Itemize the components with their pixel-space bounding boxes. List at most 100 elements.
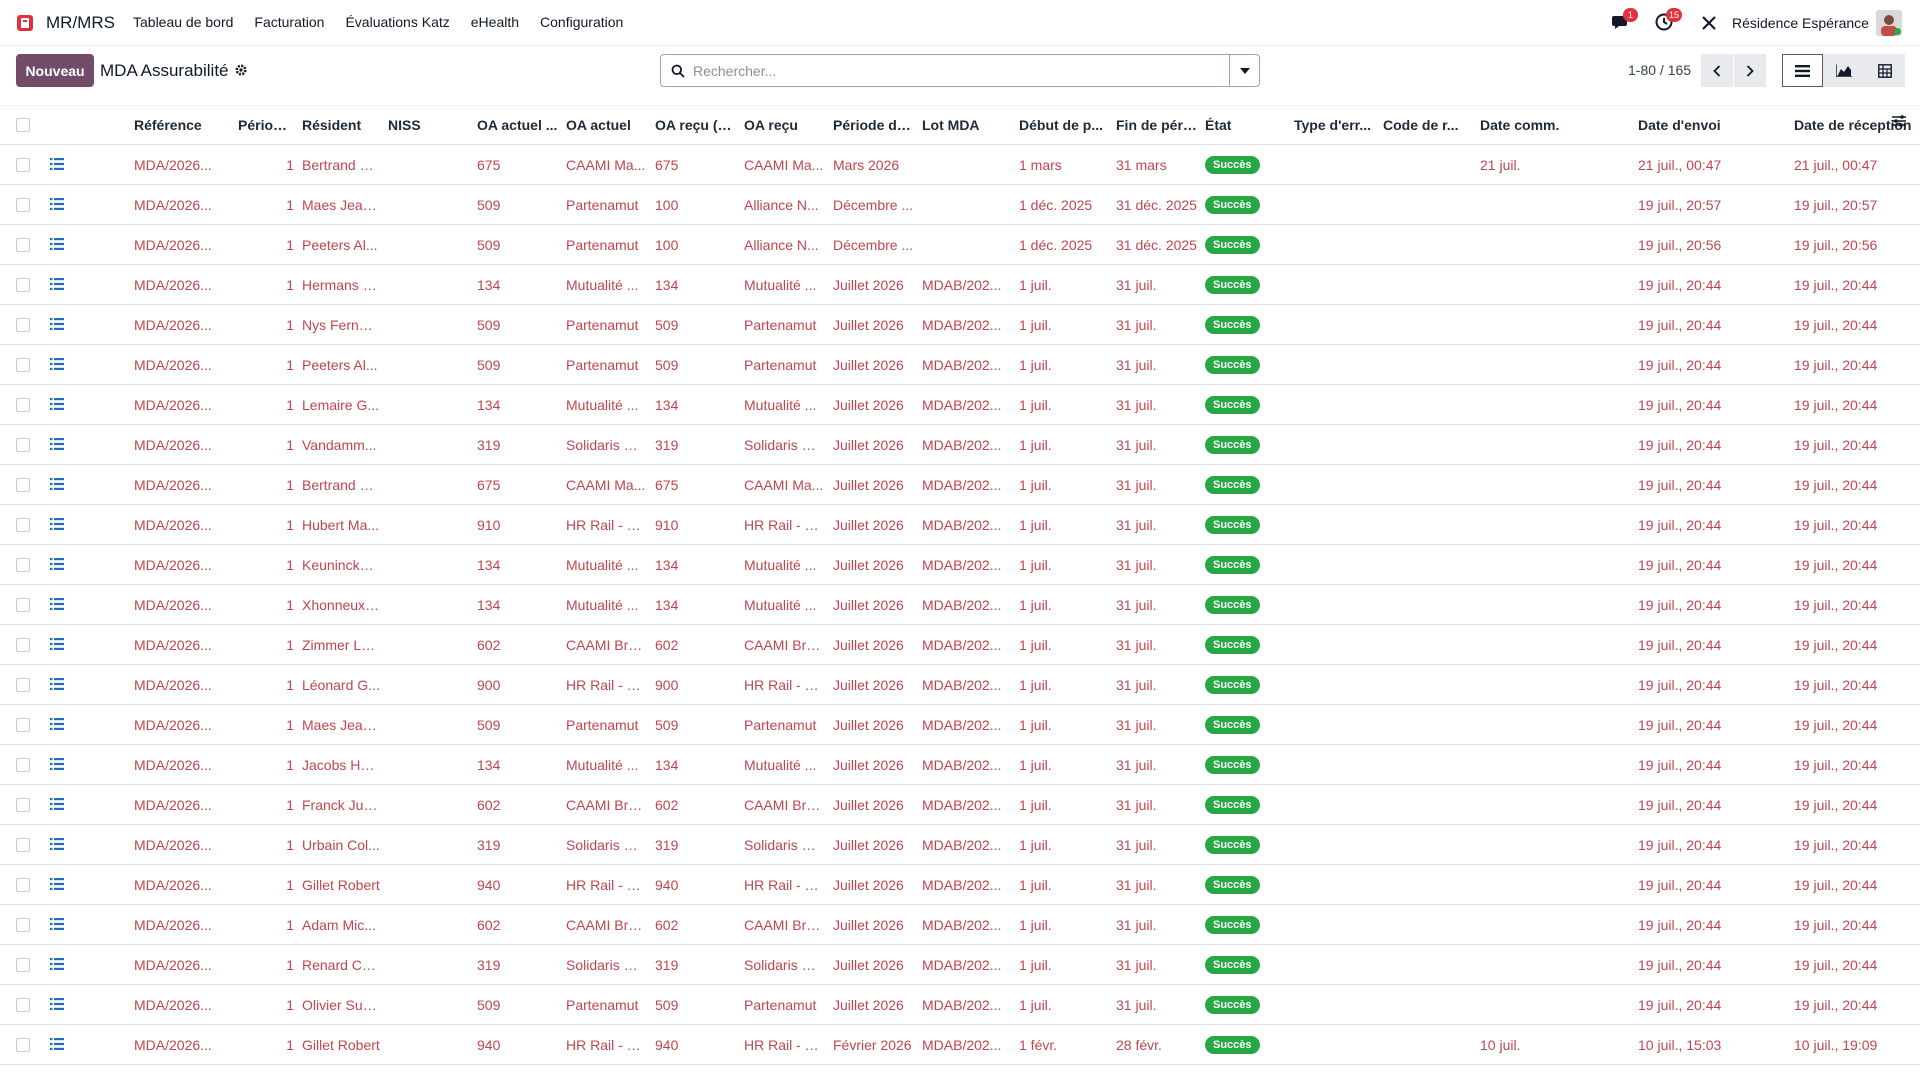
row-checkbox[interactable] — [16, 997, 30, 1012]
select-all-checkbox[interactable] — [16, 118, 30, 132]
list-details-icon[interactable] — [50, 357, 64, 370]
column-header-oa-actuel[interactable]: OA actuel — [562, 105, 651, 145]
row-checkbox[interactable] — [16, 637, 30, 652]
table-row[interactable]: MDA/2026... 1 Keuninckx ... 134 Mutualité ..… — [0, 544, 1920, 585]
row-checkbox[interactable] — [16, 397, 30, 412]
column-header-oa-recu-code[interactable]: OA reçu (c... — [651, 105, 740, 145]
column-header-reference[interactable]: Référence — [130, 105, 234, 145]
list-details-icon[interactable] — [50, 277, 64, 290]
row-checkbox[interactable] — [16, 717, 30, 732]
menu-item-billing[interactable]: Facturation — [254, 14, 324, 30]
activities-button[interactable]: 15 — [1654, 8, 1683, 34]
list-details-icon[interactable] — [50, 557, 64, 570]
table-row[interactable]: MDA/2026... 1 Renard Ca... 319 Solidaris W..… — [0, 944, 1920, 985]
pager-previous-button[interactable] — [1701, 54, 1733, 87]
list-details-icon[interactable] — [50, 677, 64, 690]
pager-next-button[interactable] — [1734, 54, 1766, 87]
table-row[interactable]: MDA/2026... 1 Bertrand G... 675 CAAMI Ma... 6… — [0, 464, 1920, 505]
column-header-lot-mda[interactable]: Lot MDA — [918, 105, 1015, 145]
table-row[interactable]: MDA/2026... 1 Peeters Al... 509 Partenamut 50… — [0, 344, 1920, 385]
list-details-icon[interactable] — [50, 477, 64, 490]
row-checkbox[interactable] — [16, 157, 30, 172]
row-checkbox[interactable] — [16, 517, 30, 532]
list-details-icon[interactable] — [50, 317, 64, 330]
column-header-code[interactable]: Code de r... — [1379, 105, 1476, 145]
row-checkbox[interactable] — [16, 877, 30, 892]
table-row[interactable]: MDA/2026... 1 Olivier Suz... 509 Partenamut 5… — [0, 984, 1920, 1025]
row-checkbox[interactable] — [16, 797, 30, 812]
row-checkbox[interactable] — [16, 837, 30, 852]
user-avatar[interactable] — [1876, 10, 1902, 36]
column-header-date-envoi[interactable]: Date d'envoi — [1634, 105, 1790, 145]
row-checkbox[interactable] — [16, 597, 30, 612]
pager-value[interactable]: 1-80 / 165 — [1628, 62, 1691, 78]
table-row[interactable]: MDA/2026... 1 Lemaire G... 134 Mutualité ...… — [0, 384, 1920, 425]
column-header-fin[interactable]: Fin de pério... — [1112, 105, 1201, 145]
new-button[interactable]: Nouveau — [16, 54, 94, 87]
list-details-icon[interactable] — [50, 1037, 64, 1050]
row-checkbox[interactable] — [16, 557, 30, 572]
list-details-icon[interactable] — [50, 797, 64, 810]
row-checkbox[interactable] — [16, 917, 30, 932]
company-switcher[interactable]: Résidence Espérance — [1732, 15, 1869, 31]
column-header-oa-recu[interactable]: OA reçu — [740, 105, 829, 145]
table-row[interactable]: MDA/2026... 1 Hermans P... 134 Mutualité ...… — [0, 264, 1920, 305]
row-checkbox[interactable] — [16, 277, 30, 292]
row-checkbox[interactable] — [16, 1037, 30, 1052]
table-row[interactable]: MDA/2026... 1 Xhonneux ... 134 Mutualité ...… — [0, 584, 1920, 625]
pivot-view-button[interactable] — [1864, 54, 1905, 87]
column-header-oa-actuel-code[interactable]: OA actuel ... — [473, 105, 562, 145]
search-options-toggle[interactable] — [1229, 55, 1259, 86]
menu-item-katz[interactable]: Évaluations Katz — [345, 14, 449, 30]
menu-item-configuration[interactable]: Configuration — [540, 14, 623, 30]
column-settings-icon[interactable] — [1892, 115, 1906, 127]
list-details-icon[interactable] — [50, 237, 64, 250]
row-checkbox[interactable] — [16, 477, 30, 492]
list-details-icon[interactable] — [50, 517, 64, 530]
row-checkbox[interactable] — [16, 237, 30, 252]
column-header-debut[interactable]: Début de p... — [1015, 105, 1112, 145]
row-checkbox[interactable] — [16, 197, 30, 212]
list-details-icon[interactable] — [50, 917, 64, 930]
table-row[interactable]: MDA/2026... 1 Léonard G... 900 HR Rail - C..… — [0, 664, 1920, 705]
table-row[interactable]: MDA/2026... 1 Maes Jeanne 509 Partenamut 100 A… — [0, 184, 1920, 225]
messages-button[interactable]: 1 — [1611, 8, 1638, 34]
column-header-resident[interactable]: Résident — [298, 105, 384, 145]
table-row[interactable]: MDA/2026... 1 Bertrand G... 675 CAAMI Ma... 6… — [0, 144, 1920, 185]
list-details-icon[interactable] — [50, 397, 64, 410]
column-header-periode[interactable]: Période de... — [829, 105, 918, 145]
column-header-type-erreur[interactable]: Type d'err... — [1290, 105, 1379, 145]
list-details-icon[interactable] — [50, 197, 64, 210]
row-checkbox[interactable] — [16, 357, 30, 372]
table-row[interactable]: MDA/2026... 1 Gillet Robert 940 HR Rail - C.… — [0, 864, 1920, 905]
table-row[interactable]: MDA/2026... 1 Vandamm... 319 Solidaris W... 3… — [0, 424, 1920, 465]
app-name[interactable]: MR/MRS — [46, 13, 115, 33]
table-row[interactable]: MDA/2026... 1 Adam Mic... 602 CAAMI Bru... 60… — [0, 904, 1920, 945]
menu-item-dashboard[interactable]: Tableau de bord — [133, 14, 233, 30]
table-row[interactable]: MDA/2026... 1 Jacobs Henri 134 Mutualité ...… — [0, 744, 1920, 785]
list-details-icon[interactable] — [50, 997, 64, 1010]
table-row[interactable]: MDA/2026... 1 Zimmer Lé... 602 CAAMI Bru... 6… — [0, 624, 1920, 665]
table-row[interactable]: MDA/2026... 1 Peeters Al... 509 Partenamut 10… — [0, 224, 1920, 265]
row-checkbox[interactable] — [16, 317, 30, 332]
list-details-icon[interactable] — [50, 877, 64, 890]
graph-view-button[interactable] — [1823, 54, 1864, 87]
table-row[interactable]: MDA/2026... 1 Gillet Robert 940 HR Rail - C.… — [0, 1024, 1920, 1065]
column-header-date-reception[interactable]: Date de réception — [1790, 105, 1920, 145]
list-details-icon[interactable] — [50, 757, 64, 770]
table-row[interactable]: MDA/2026... 1 Franck Julien 602 CAAMI Bru...… — [0, 784, 1920, 825]
list-details-icon[interactable] — [50, 437, 64, 450]
list-details-icon[interactable] — [50, 957, 64, 970]
column-header-date-comm[interactable]: Date comm. — [1476, 105, 1634, 145]
table-row[interactable]: MDA/2026... 1 Hubert Ma... 910 HR Rail - C..… — [0, 504, 1920, 545]
table-row[interactable]: MDA/2026... 1 Urbain Col... 319 Solidaris W.… — [0, 824, 1920, 865]
list-details-icon[interactable] — [50, 637, 64, 650]
row-checkbox[interactable] — [16, 757, 30, 772]
column-header-periodes[interactable]: Périodes — [234, 105, 298, 145]
row-checkbox[interactable] — [16, 677, 30, 692]
column-header-niss[interactable]: NISS — [384, 105, 473, 145]
gear-icon[interactable] — [234, 63, 248, 77]
list-view-button[interactable] — [1782, 54, 1823, 87]
row-checkbox[interactable] — [16, 957, 30, 972]
list-details-icon[interactable] — [50, 157, 64, 170]
